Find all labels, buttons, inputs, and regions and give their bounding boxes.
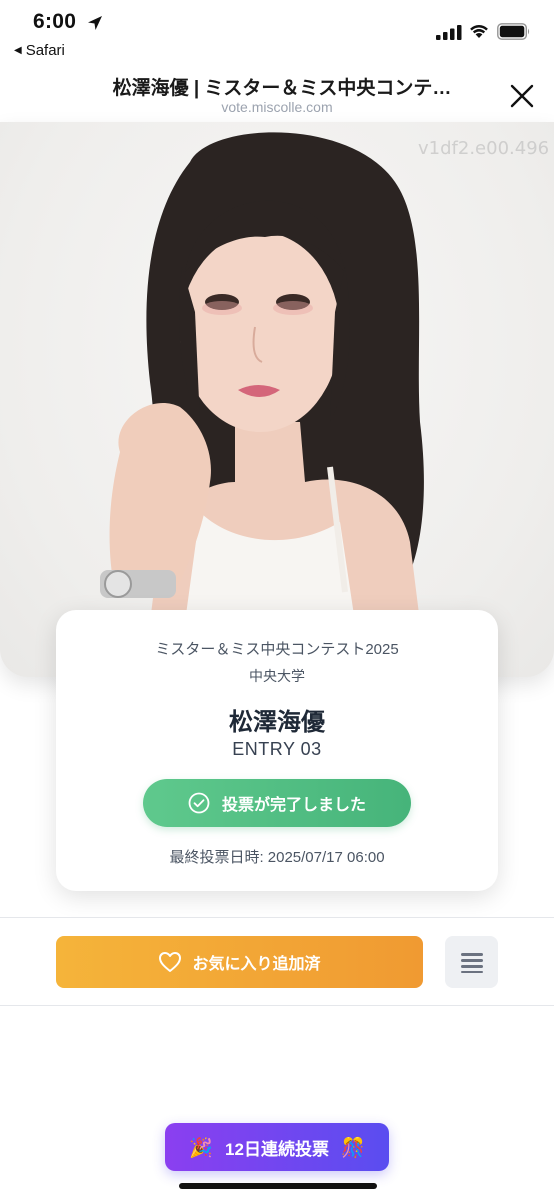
- party-popper-icon: 🎉: [189, 1136, 214, 1159]
- streak-label: 12日連続投票: [225, 1139, 329, 1159]
- last-vote-datetime: 最終投票日時: 2025/07/17 06:00: [169, 849, 385, 866]
- divider: [0, 1005, 554, 1006]
- heart-icon: [159, 952, 182, 972]
- divider: [0, 917, 554, 918]
- battery-icon: [497, 23, 530, 40]
- contest-name: ミスター＆ミス中央コンテスト2025: [155, 641, 399, 658]
- status-bar: 6:00 ◀ Safari: [0, 0, 554, 62]
- back-to-safari-link[interactable]: ◀ Safari: [14, 42, 65, 59]
- candidate-name: 松澤海優: [229, 709, 325, 736]
- check-circle-icon: [188, 792, 210, 814]
- wifi-icon: [470, 25, 488, 38]
- profile-photo: v1df2.e00.496 v1df2.e00.496: [0, 122, 554, 677]
- watermark-top: v1df2.e00.496: [418, 138, 550, 159]
- status-time: 6:00: [33, 10, 77, 33]
- university-name: 中央大学: [249, 668, 305, 684]
- confetti-ball-icon: 🎊: [340, 1136, 365, 1159]
- page-url: vote.miscolle.com: [221, 99, 333, 115]
- home-indicator[interactable]: [179, 1183, 377, 1189]
- location-arrow-icon: [88, 16, 102, 30]
- page-title: 松澤海優 | ミスター＆ミス中央コンテ…: [112, 78, 452, 99]
- favorite-button[interactable]: お気に入り追加済: [56, 936, 423, 988]
- back-triangle-icon: ◀: [14, 45, 22, 56]
- vote-complete-button[interactable]: 投票が完了しました: [143, 779, 411, 827]
- streak-vote-button[interactable]: 🎉 12日連続投票 🎊: [165, 1123, 389, 1171]
- portrait-illustration: [100, 132, 424, 622]
- entry-number: ENTRY 03: [232, 739, 322, 759]
- close-icon[interactable]: [508, 82, 536, 110]
- profile-card: ミスター＆ミス中央コンテスト2025 中央大学 松澤海優 ENTRY 03 投票…: [56, 610, 498, 891]
- cellular-signal-icon: [436, 25, 462, 40]
- menu-button[interactable]: [445, 936, 498, 988]
- browser-header: 松澤海優 | ミスター＆ミス中央コンテ… vote.miscolle.com: [0, 62, 554, 122]
- vote-complete-label: 投票が完了しました: [221, 797, 366, 814]
- back-app-label: Safari: [25, 42, 65, 59]
- menu-icon: [460, 953, 483, 973]
- favorite-label: お気に入り追加済: [192, 956, 321, 973]
